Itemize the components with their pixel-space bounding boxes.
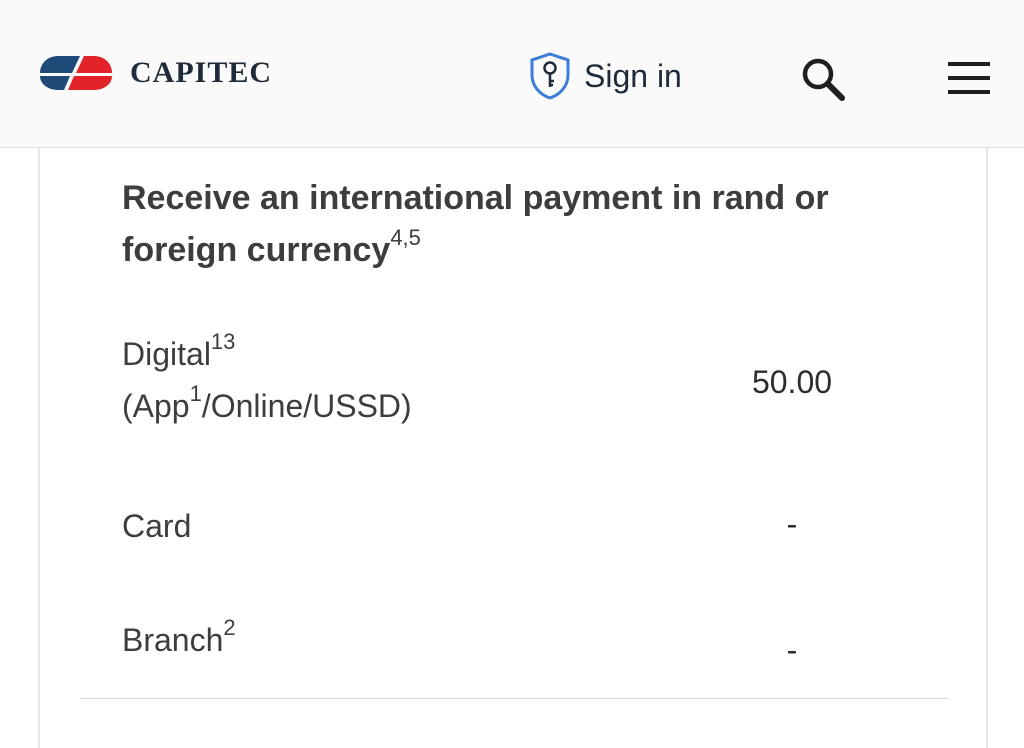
channel-label: Branch2 <box>122 614 236 666</box>
channel-name: Digital <box>122 336 211 372</box>
fee-row-digital: Digital13 (App1/Online/USSD) 50.00 <box>122 328 952 438</box>
fee-card: Receive an international payment in rand… <box>38 148 988 748</box>
channel-label: Card <box>122 500 191 552</box>
fee-value: 50.00 <box>751 364 833 400</box>
channel-detail-post: /Online/USSD) <box>201 388 412 424</box>
capitec-logo[interactable] <box>36 52 116 94</box>
channel-label: Digital13 (App1/Online/USSD) <box>122 328 412 432</box>
section-title-text: Receive an international payment in rand… <box>122 179 829 269</box>
footnote-ref[interactable]: 4,5 <box>390 225 421 250</box>
section-title: Receive an international payment in rand… <box>122 172 902 276</box>
channel-name: Branch <box>122 622 224 658</box>
hamburger-menu-icon[interactable] <box>946 58 992 98</box>
sign-in-label: Sign in <box>584 57 682 94</box>
fee-row-branch: Branch2 - <box>122 614 952 670</box>
footnote-ref[interactable]: 13 <box>211 329 235 354</box>
top-nav-bar: CAPITEC Sign in <box>0 0 1024 148</box>
sign-in-button[interactable]: Sign in <box>528 50 682 102</box>
shield-key-icon <box>530 52 570 100</box>
divider <box>80 698 948 699</box>
brand-name[interactable]: CAPITEC <box>130 56 272 90</box>
fee-value: - <box>786 632 798 668</box>
footnote-ref[interactable]: 2 <box>223 615 235 640</box>
footnote-ref[interactable]: 1 <box>190 381 202 406</box>
channel-detail-pre: (App <box>122 388 190 424</box>
fee-value: - <box>786 506 798 542</box>
channel-name: Card <box>122 508 192 544</box>
search-icon[interactable] <box>798 54 848 104</box>
fee-row-card: Card - <box>122 500 952 556</box>
